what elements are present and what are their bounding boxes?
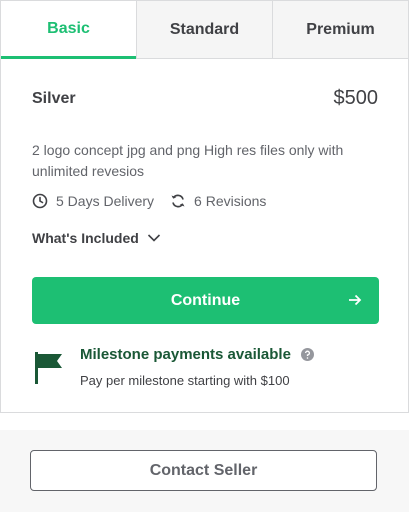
refresh-icon — [171, 194, 185, 208]
tab-basic[interactable]: Basic — [1, 1, 136, 59]
clock-icon — [32, 193, 48, 209]
chevron-down-icon — [147, 234, 160, 242]
revisions-text: 6 Revisions — [194, 193, 267, 209]
arrow-right-icon — [349, 294, 362, 306]
package-price: $500 — [333, 87, 379, 109]
question-circle-icon[interactable] — [300, 348, 314, 361]
continue-button[interactable]: Continue — [32, 277, 379, 324]
package-tabs: Basic Standard Premium — [1, 1, 408, 59]
whats-included-toggle[interactable]: What's Included — [32, 230, 161, 246]
continue-label: Continue — [170, 291, 241, 309]
tab-standard[interactable]: Standard — [136, 1, 272, 59]
package-name: Silver — [32, 90, 76, 107]
package-card: Basic Standard Premium Silver $500 2 log… — [0, 0, 409, 413]
contact-seller-button[interactable]: Contact Seller — [30, 450, 377, 491]
footer-panel: Contact Seller — [0, 430, 409, 512]
milestone-title: Milestone payments available — [80, 346, 314, 363]
delivery-info: 5 Days Delivery — [32, 193, 154, 209]
revisions-info: 6 Revisions — [170, 193, 266, 209]
package-description: 2 logo concept jpg and png High res file… — [32, 142, 344, 179]
flag-icon — [35, 352, 62, 384]
milestone-subtitle: Pay per milestone starting with $100 — [80, 373, 290, 388]
package-meta: 5 Days Delivery 6 Revisions — [32, 193, 282, 209]
tab-premium[interactable]: Premium — [272, 1, 408, 59]
whats-included-label: What's Included — [32, 230, 139, 246]
delivery-text: 5 Days Delivery — [56, 193, 155, 209]
milestone-title-text: Milestone payments available — [80, 346, 291, 363]
